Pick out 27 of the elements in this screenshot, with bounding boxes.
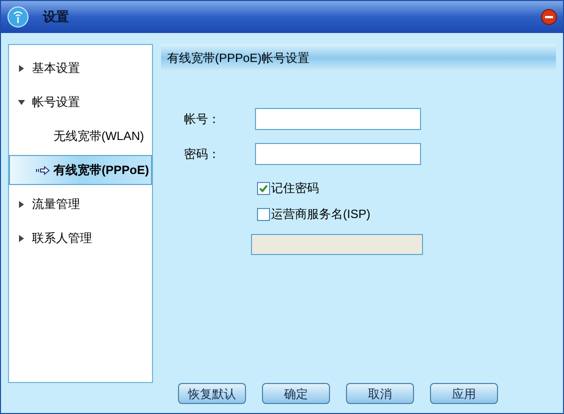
checkbox-label[interactable]: 记住密码 — [271, 179, 319, 197]
window-title: 设置 — [43, 8, 69, 26]
input-field[interactable] — [255, 143, 421, 165]
panel-header: 有线宽带(PPPoE)帐号设置 — [161, 44, 556, 72]
checkbox-label[interactable]: 运营商服务名(ISP) — [271, 205, 370, 223]
sidebar-item[interactable]: 帐号设置 — [32, 93, 80, 111]
antenna-icon — [7, 6, 29, 28]
sidebar-item[interactable]: 联系人管理 — [32, 229, 92, 247]
input-field[interactable] — [255, 108, 421, 130]
collapsed-arrow-icon[interactable] — [18, 200, 25, 208]
sidebar-subitem[interactable]: 有线宽带(PPPoE) — [9, 155, 152, 185]
field-label: 帐号： — [184, 111, 221, 128]
sidebar-subitem[interactable]: 无线宽带(WLAN) — [9, 119, 152, 153]
dialog-button[interactable]: 恢复默认 — [178, 383, 246, 404]
sidebar-item[interactable]: 基本设置 — [32, 59, 80, 77]
close-icon[interactable] — [541, 9, 557, 25]
field-label: 密码： — [184, 146, 221, 163]
sidebar-item[interactable]: 流量管理 — [32, 195, 80, 213]
checkbox[interactable] — [257, 182, 270, 194]
checkbox[interactable] — [257, 208, 270, 220]
dialog-button[interactable]: 应用 — [430, 383, 498, 404]
arrow-right-icon — [36, 166, 50, 174]
collapsed-arrow-icon[interactable] — [18, 234, 25, 242]
dialog-button[interactable]: 取消 — [346, 383, 414, 404]
expanded-arrow-icon[interactable] — [18, 98, 25, 106]
collapsed-arrow-icon[interactable] — [18, 64, 25, 72]
dialog-button[interactable]: 确定 — [262, 383, 330, 404]
